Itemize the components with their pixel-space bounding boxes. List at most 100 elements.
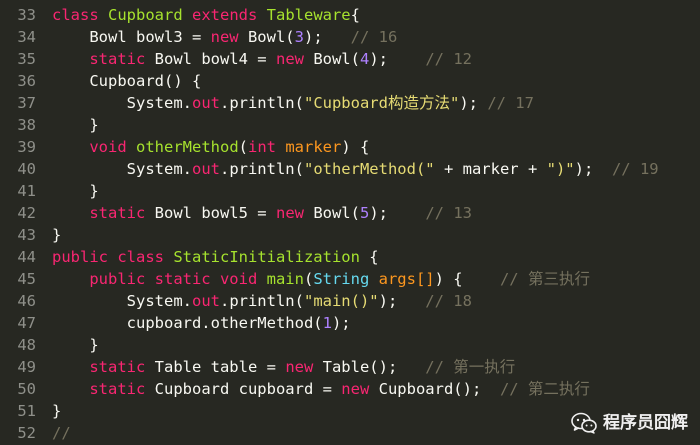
- code-token: 5: [359, 204, 370, 222]
- code-line: 44 public class StaticInitialization {: [0, 246, 700, 268]
- code-line: 45 public static void main(String args[]…: [0, 268, 700, 290]
- code-token: void: [89, 138, 136, 156]
- line-number: 41: [17, 182, 36, 200]
- line-content: System.out.println("otherMethod(" + mark…: [52, 158, 659, 180]
- line-number: 43: [17, 226, 36, 244]
- code-token: extends: [192, 6, 267, 24]
- code-token: Table table =: [154, 358, 286, 376]
- code-token: .println(: [219, 94, 304, 112]
- code-token: out: [191, 160, 220, 178]
- wechat-icon: [571, 412, 597, 434]
- code-token: // 第二执行: [490, 380, 590, 398]
- code-token: Bowl bowl5 =: [154, 204, 276, 222]
- line-number: 38: [17, 116, 36, 134]
- line-content: cupboard.otherMethod(1);: [52, 312, 351, 334]
- line-content: }: [52, 180, 98, 202]
- line-content: public static void main(String args[]) {…: [52, 268, 590, 290]
- code-token: );: [369, 50, 398, 68]
- code-token: //: [52, 424, 71, 442]
- code-token: ) {: [434, 270, 472, 288]
- code-line: 35 static Bowl bowl4 = new Bowl(4); // 1…: [0, 48, 700, 70]
- code-token: ")": [546, 160, 575, 178]
- code-token: static: [89, 204, 155, 222]
- code-line: 37 System.out.println("Cupboard构造方法"); /…: [0, 92, 700, 114]
- code-token: // 12: [397, 50, 472, 68]
- line-number: 47: [17, 314, 36, 332]
- code-line: 49 static Table table = new Table(); // …: [0, 356, 700, 378]
- code-token: Table();: [322, 358, 407, 376]
- watermark: 程序员囧辉: [571, 412, 688, 434]
- line-number: 40: [17, 160, 36, 178]
- code-token: {: [369, 248, 379, 266]
- code-token: otherMethod: [136, 138, 239, 156]
- line-number: 35: [17, 50, 36, 68]
- code-line: 46 System.out.println("main()"); // 18: [0, 290, 700, 312]
- code-token: );: [369, 204, 398, 222]
- line-content: Cupboard() {: [52, 70, 201, 92]
- code-line: 43}: [0, 224, 700, 246]
- line-content: System.out.println("main()"); // 18: [52, 290, 472, 312]
- code-token: // 第一执行: [406, 358, 516, 376]
- code-token: cupboard.otherMethod(: [52, 314, 323, 332]
- code-token: new: [210, 28, 248, 46]
- code-token: }: [52, 226, 62, 244]
- line-content: class Cupboard extends Tableware{: [52, 4, 360, 26]
- code-token: "Cupboard构造方法": [303, 94, 460, 112]
- code-token: out: [191, 292, 220, 310]
- code-token: Cupboard cupboard =: [154, 380, 342, 398]
- code-token: int: [248, 138, 286, 156]
- line-number: 34: [17, 28, 36, 46]
- code-token: );: [303, 28, 332, 46]
- line-content: public class StaticInitialization {: [52, 246, 379, 268]
- code-token: Bowl bowl4 =: [154, 50, 276, 68]
- code-token: }: [52, 116, 99, 134]
- code-token: Cupboard: [108, 6, 192, 24]
- line-number: 33: [17, 6, 36, 24]
- code-token: Bowl(: [247, 28, 295, 46]
- code-token: Tableware: [266, 6, 351, 24]
- code-token: );: [574, 160, 603, 178]
- code-token: }: [52, 402, 62, 420]
- code-line: 50 static Cupboard cupboard = new Cupboa…: [0, 378, 700, 400]
- code-token: String: [313, 270, 379, 288]
- code-token: );: [459, 94, 488, 112]
- code-token: .println(: [219, 292, 304, 310]
- code-line: 47 cupboard.otherMethod(1);: [0, 312, 700, 334]
- line-number: 37: [17, 94, 36, 112]
- code-token: Cupboard() {: [52, 72, 202, 90]
- line-content: static Table table = new Table(); // 第一执…: [52, 356, 515, 378]
- line-number: 39: [17, 138, 36, 156]
- code-token: }: [52, 336, 99, 354]
- code-token: ) {: [341, 138, 370, 156]
- code-token: 1: [322, 314, 332, 332]
- code-token: static: [89, 380, 155, 398]
- line-number: 42: [17, 204, 36, 222]
- line-content: }: [52, 400, 61, 422]
- code-token: "main()": [303, 292, 379, 310]
- code-token: StaticInitialization: [173, 248, 370, 266]
- code-token: class: [52, 6, 108, 24]
- line-content: //: [52, 422, 71, 444]
- code-line: 39 void otherMethod(int marker) {: [0, 136, 700, 158]
- code-token: out: [191, 94, 220, 112]
- line-content: void otherMethod(int marker) {: [52, 136, 369, 158]
- line-number: 36: [17, 72, 36, 90]
- code-token: args[]: [378, 270, 435, 288]
- code-line: 48 }: [0, 334, 700, 356]
- code-token: System.: [52, 292, 192, 310]
- code-editor[interactable]: 33 class Cupboard extends Tableware{34 Bo…: [0, 0, 700, 445]
- line-number: 51: [17, 402, 36, 420]
- code-line: 36 Cupboard() {: [0, 70, 700, 92]
- code-token: );: [378, 292, 407, 310]
- code-token: 4: [359, 50, 370, 68]
- code-token: System.: [52, 160, 192, 178]
- line-number: 48: [17, 336, 36, 354]
- code-token: System.: [52, 94, 192, 112]
- code-token: );: [331, 314, 351, 332]
- code-token: // 18: [406, 292, 472, 310]
- code-line: 34 Bowl bowl3 = new Bowl(3); // 16: [0, 26, 700, 48]
